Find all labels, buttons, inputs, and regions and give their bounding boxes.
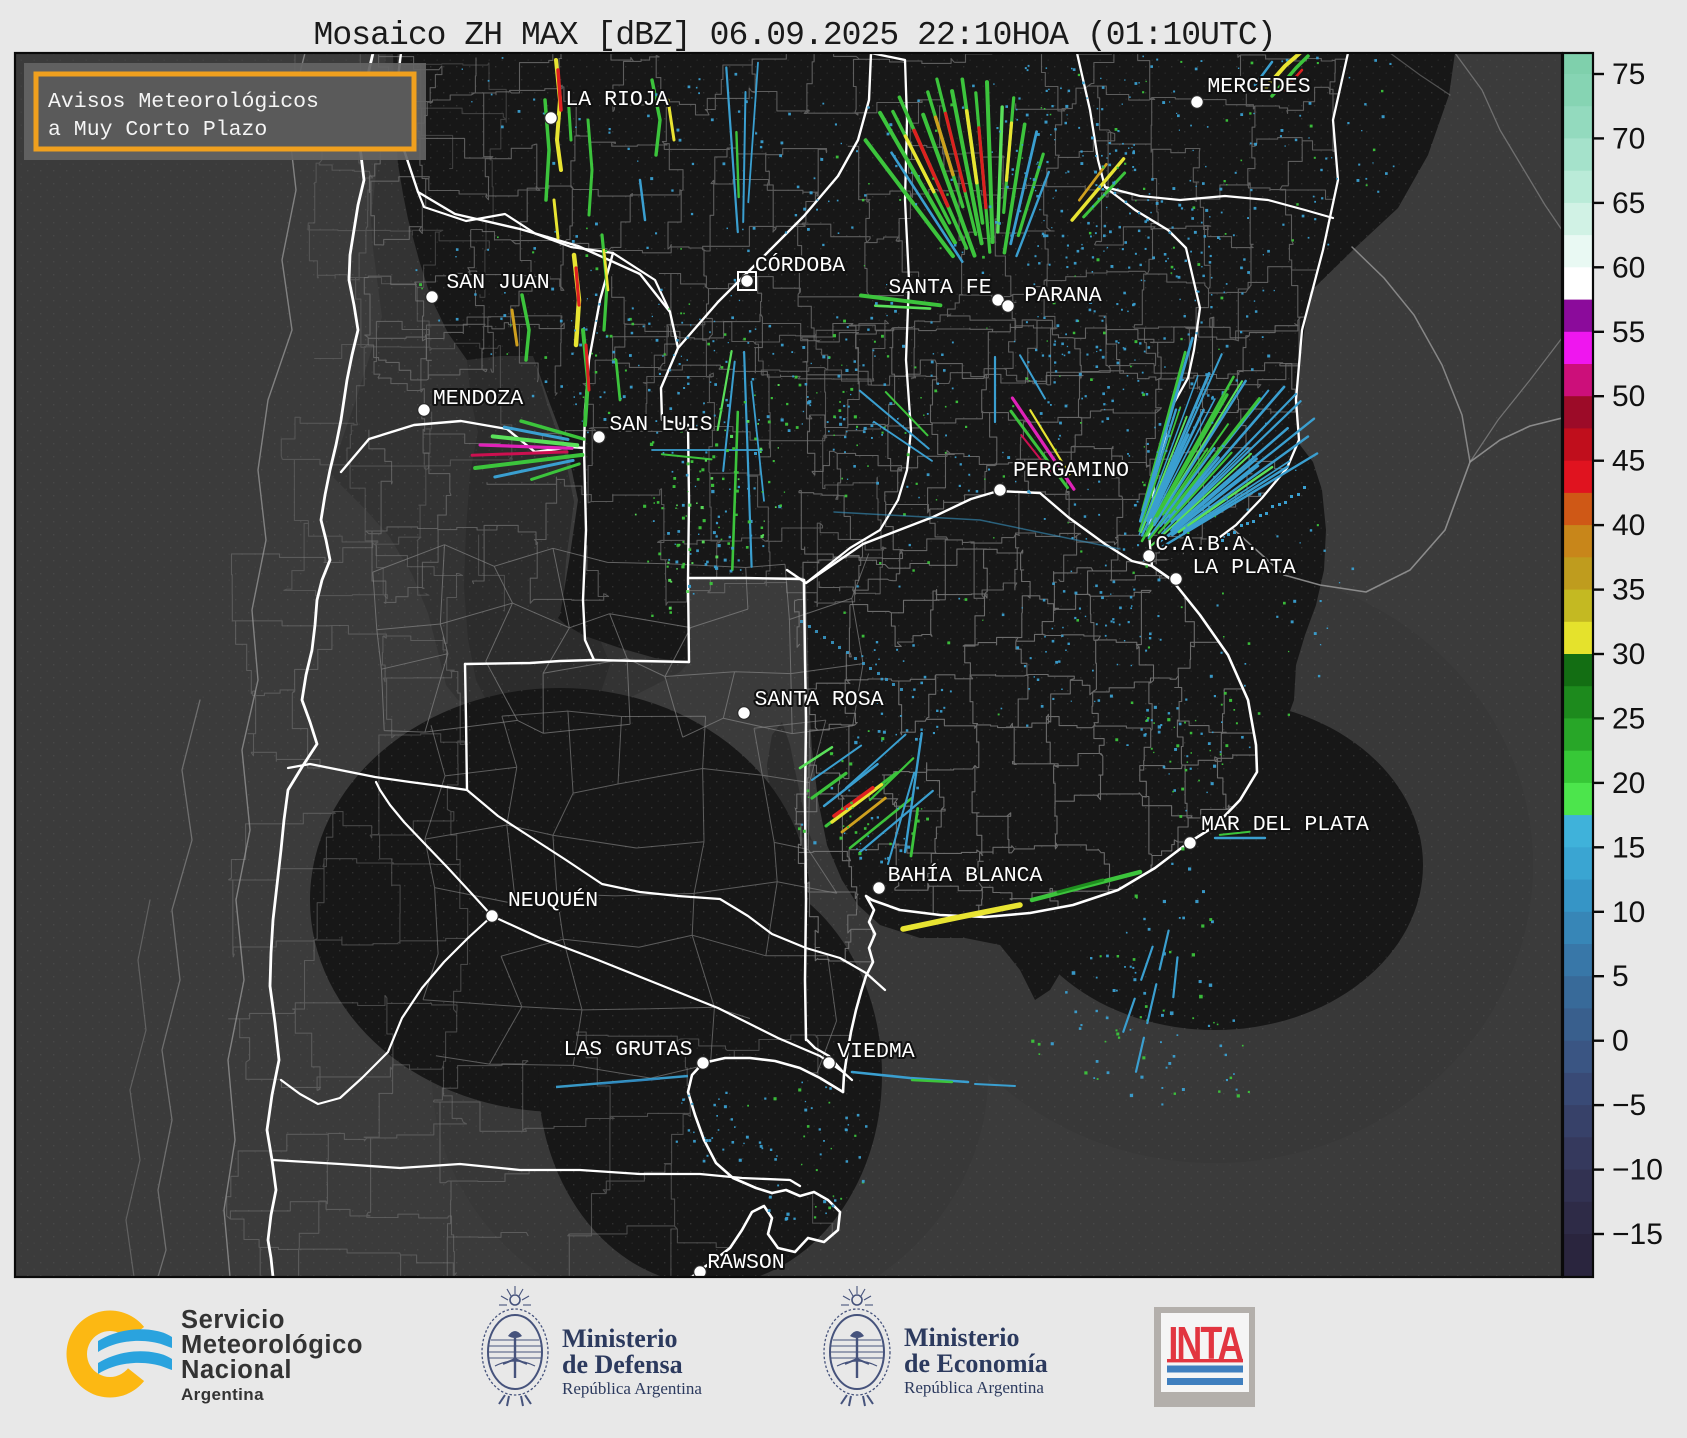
svg-text:SAN LUIS: SAN LUIS (609, 413, 712, 437)
svg-text:20: 20 (1612, 767, 1645, 800)
svg-text:30: 30 (1612, 638, 1645, 671)
svg-text:LA RIOJA: LA RIOJA (565, 88, 668, 112)
svg-text:45: 45 (1612, 445, 1645, 478)
svg-text:República Argentina: República Argentina (904, 1378, 1044, 1397)
svg-text:C.A.B.A.: C.A.B.A. (1155, 533, 1258, 557)
svg-text:Argentina: Argentina (181, 1385, 264, 1404)
svg-text:15: 15 (1612, 831, 1645, 864)
svg-text:MAR DEL PLATA: MAR DEL PLATA (1201, 813, 1369, 837)
svg-text:LA PLATA: LA PLATA (1192, 556, 1295, 580)
svg-text:−15: −15 (1612, 1218, 1663, 1251)
svg-text:Servicio: Servicio (181, 1306, 285, 1334)
svg-text:SANTA FE: SANTA FE (888, 276, 991, 300)
svg-text:40: 40 (1612, 509, 1645, 542)
svg-text:SANTA ROSA: SANTA ROSA (754, 688, 883, 712)
svg-text:VIEDMA: VIEDMA (837, 1040, 915, 1064)
svg-text:55: 55 (1612, 316, 1645, 349)
svg-text:Mosaico ZH MAX [dBZ] 06.09.202: Mosaico ZH MAX [dBZ] 06.09.2025 22:10HOA… (314, 17, 1277, 54)
svg-text:de Defensa: de Defensa (562, 1350, 683, 1379)
svg-text:65: 65 (1612, 187, 1645, 220)
svg-text:−10: −10 (1612, 1154, 1663, 1187)
svg-text:5: 5 (1612, 960, 1629, 993)
svg-text:LAS GRUTAS: LAS GRUTAS (563, 1038, 692, 1062)
svg-text:MENDOZA: MENDOZA (433, 387, 523, 411)
svg-text:PARANA: PARANA (1024, 284, 1102, 308)
svg-text:70: 70 (1612, 122, 1645, 155)
svg-text:SAN JUAN: SAN JUAN (446, 271, 549, 295)
svg-text:10: 10 (1612, 896, 1645, 929)
svg-text:Meteorológico: Meteorológico (181, 1331, 363, 1359)
svg-text:25: 25 (1612, 702, 1645, 735)
svg-text:MERCEDES: MERCEDES (1207, 75, 1310, 99)
svg-text:35: 35 (1612, 574, 1645, 607)
svg-text:de Economía: de Economía (904, 1349, 1048, 1378)
svg-text:50: 50 (1612, 380, 1645, 413)
svg-text:0: 0 (1612, 1025, 1629, 1058)
svg-text:Avisos Meteorológicos: Avisos Meteorológicos (48, 90, 319, 114)
svg-text:Nacional: Nacional (181, 1356, 292, 1384)
svg-text:Ministerio: Ministerio (904, 1323, 1020, 1352)
svg-text:a Muy Corto Plazo: a Muy Corto Plazo (48, 118, 267, 142)
svg-text:Ministerio: Ministerio (562, 1324, 678, 1353)
svg-text:RAWSON: RAWSON (707, 1251, 784, 1275)
svg-text:−5: −5 (1612, 1089, 1646, 1122)
svg-text:75: 75 (1612, 58, 1645, 91)
svg-text:CÓRDOBA: CÓRDOBA (755, 252, 845, 278)
svg-text:BAHÍA BLANCA: BAHÍA BLANCA (888, 862, 1043, 888)
svg-text:NEUQUÉN: NEUQUÉN (508, 887, 598, 913)
svg-text:60: 60 (1612, 251, 1645, 284)
svg-text:República Argentina: República Argentina (562, 1379, 702, 1398)
svg-text:PERGAMINO: PERGAMINO (1013, 459, 1129, 483)
